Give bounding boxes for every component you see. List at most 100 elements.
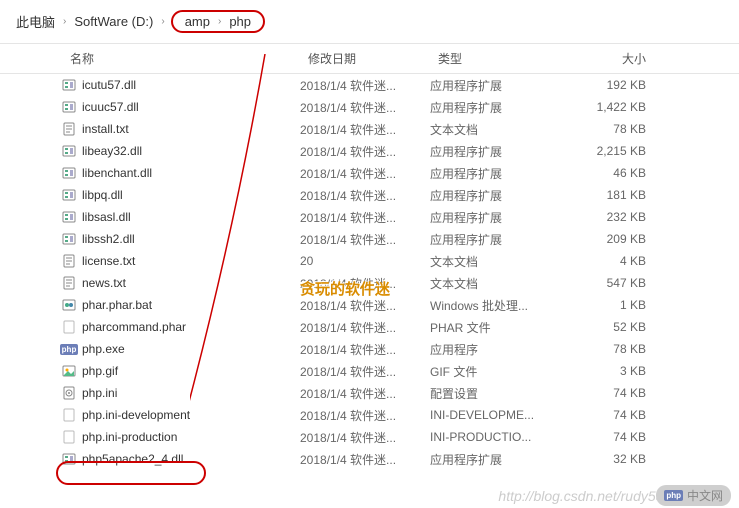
file-row[interactable]: license.txt20文本文档4 KB bbox=[0, 250, 739, 272]
file-size: 209 KB bbox=[570, 232, 670, 246]
crumb-pc[interactable]: 此电脑 bbox=[14, 12, 57, 31]
file-type: 应用程序扩展 bbox=[430, 209, 570, 226]
file-date: 20 bbox=[300, 254, 430, 268]
file-icon bbox=[60, 452, 78, 466]
file-type: 应用程序扩展 bbox=[430, 165, 570, 182]
file-size: 32 KB bbox=[570, 452, 670, 466]
file-size: 192 KB bbox=[570, 78, 670, 92]
file-type: PHAR 文件 bbox=[430, 319, 570, 336]
header-size[interactable]: 大小 bbox=[570, 50, 670, 67]
file-date: 2018/1/4 软件迷... bbox=[300, 99, 430, 116]
file-name: libsasl.dll bbox=[78, 210, 300, 224]
file-date: 2018/1/4 软件迷... bbox=[300, 319, 430, 336]
header-date[interactable]: 修改日期 bbox=[300, 50, 430, 67]
file-name: php.ini bbox=[78, 386, 300, 400]
file-name: icutu57.dll bbox=[78, 78, 300, 92]
file-icon bbox=[60, 364, 78, 378]
file-size: 547 KB bbox=[570, 276, 670, 290]
file-name: license.txt bbox=[78, 254, 300, 268]
file-row[interactable]: libssh2.dll2018/1/4 软件迷...应用程序扩展209 KB bbox=[0, 228, 739, 250]
file-icon bbox=[60, 430, 78, 444]
file-icon bbox=[60, 78, 78, 92]
file-name: news.txt bbox=[78, 276, 300, 290]
file-size: 3 KB bbox=[570, 364, 670, 378]
file-list: icutu57.dll2018/1/4 软件迷...应用程序扩展192 KBic… bbox=[0, 74, 739, 470]
file-row[interactable]: php.gif2018/1/4 软件迷...GIF 文件3 KB bbox=[0, 360, 739, 382]
crumb-amp[interactable]: amp bbox=[183, 14, 212, 29]
header-type[interactable]: 类型 bbox=[430, 50, 570, 67]
file-row[interactable]: icutu57.dll2018/1/4 软件迷...应用程序扩展192 KB bbox=[0, 74, 739, 96]
file-icon bbox=[60, 276, 78, 290]
header-name[interactable]: 名称 bbox=[0, 50, 300, 67]
file-row[interactable]: php.ini-development2018/1/4 软件迷...INI-DE… bbox=[0, 404, 739, 426]
file-type: 应用程序扩展 bbox=[430, 77, 570, 94]
file-name: install.txt bbox=[78, 122, 300, 136]
file-name: php.ini-production bbox=[78, 430, 300, 444]
file-type: 文本文档 bbox=[430, 253, 570, 270]
file-size: 1 KB bbox=[570, 298, 670, 312]
phpcn-badge: php 中文网 bbox=[656, 485, 731, 506]
file-row[interactable]: install.txt2018/1/4 软件迷...文本文档78 KB bbox=[0, 118, 739, 140]
file-name: pharcommand.phar bbox=[78, 320, 300, 334]
file-icon bbox=[60, 166, 78, 180]
phpcn-text: 中文网 bbox=[687, 487, 723, 504]
file-name: libeay32.dll bbox=[78, 144, 300, 158]
file-icon bbox=[60, 144, 78, 158]
file-row[interactable]: php.ini-production2018/1/4 软件迷...INI-PRO… bbox=[0, 426, 739, 448]
file-type: INI-PRODUCTIO... bbox=[430, 430, 570, 444]
file-type: 应用程序扩展 bbox=[430, 99, 570, 116]
crumb-drive[interactable]: SoftWare (D:) bbox=[72, 14, 155, 29]
file-icon bbox=[60, 100, 78, 114]
chevron-right-icon[interactable]: › bbox=[155, 16, 170, 27]
file-name: php.ini-development bbox=[78, 408, 300, 422]
file-size: 232 KB bbox=[570, 210, 670, 224]
file-size: 74 KB bbox=[570, 386, 670, 400]
file-date: 2018/1/4 软件迷... bbox=[300, 275, 430, 292]
file-size: 4 KB bbox=[570, 254, 670, 268]
file-date: 2018/1/4 软件迷... bbox=[300, 209, 430, 226]
file-icon: php bbox=[60, 344, 78, 355]
file-row[interactable]: icuuc57.dll2018/1/4 软件迷...应用程序扩展1,422 KB bbox=[0, 96, 739, 118]
file-type: 应用程序 bbox=[430, 341, 570, 358]
php-icon: php bbox=[664, 490, 683, 501]
file-date: 2018/1/4 软件迷... bbox=[300, 121, 430, 138]
file-row[interactable]: libenchant.dll2018/1/4 软件迷...应用程序扩展46 KB bbox=[0, 162, 739, 184]
file-name: php5apache2_4.dll bbox=[78, 452, 300, 466]
chevron-right-icon[interactable]: › bbox=[57, 16, 72, 27]
watermark-url: http://blog.csdn.net/rudy5348 bbox=[498, 488, 679, 504]
file-name: libpq.dll bbox=[78, 188, 300, 202]
file-type: 应用程序扩展 bbox=[430, 231, 570, 248]
file-name: php.exe bbox=[78, 342, 300, 356]
file-type: INI-DEVELOPME... bbox=[430, 408, 570, 422]
file-icon bbox=[60, 320, 78, 334]
file-type: 配置设置 bbox=[430, 385, 570, 402]
highlight-breadcrumb: amp › php bbox=[171, 10, 265, 33]
file-date: 2018/1/4 软件迷... bbox=[300, 429, 430, 446]
file-icon bbox=[60, 232, 78, 246]
file-date: 2018/1/4 软件迷... bbox=[300, 143, 430, 160]
breadcrumb: 此电脑 › SoftWare (D:) › amp › php bbox=[0, 0, 739, 43]
crumb-php[interactable]: php bbox=[227, 14, 253, 29]
file-date: 2018/1/4 软件迷... bbox=[300, 407, 430, 424]
file-size: 74 KB bbox=[570, 408, 670, 422]
file-row[interactable]: libpq.dll2018/1/4 软件迷...应用程序扩展181 KB bbox=[0, 184, 739, 206]
file-size: 1,422 KB bbox=[570, 100, 670, 114]
file-size: 46 KB bbox=[570, 166, 670, 180]
file-row[interactable]: libeay32.dll2018/1/4 软件迷...应用程序扩展2,215 K… bbox=[0, 140, 739, 162]
file-name: libenchant.dll bbox=[78, 166, 300, 180]
file-row[interactable]: libsasl.dll2018/1/4 软件迷...应用程序扩展232 KB bbox=[0, 206, 739, 228]
file-row[interactable]: phar.phar.bat2018/1/4 软件迷...Windows 批处理.… bbox=[0, 294, 739, 316]
file-icon bbox=[60, 298, 78, 312]
file-row[interactable]: pharcommand.phar2018/1/4 软件迷...PHAR 文件52… bbox=[0, 316, 739, 338]
file-row[interactable]: phpphp.exe2018/1/4 软件迷...应用程序78 KB bbox=[0, 338, 739, 360]
chevron-right-icon[interactable]: › bbox=[212, 16, 227, 27]
file-size: 78 KB bbox=[570, 122, 670, 136]
file-size: 2,215 KB bbox=[570, 144, 670, 158]
file-size: 78 KB bbox=[570, 342, 670, 356]
file-icon bbox=[60, 386, 78, 400]
file-date: 2018/1/4 软件迷... bbox=[300, 231, 430, 248]
file-row[interactable]: php.ini2018/1/4 软件迷...配置设置74 KB bbox=[0, 382, 739, 404]
file-type: GIF 文件 bbox=[430, 363, 570, 380]
file-row[interactable]: news.txt2018/1/4 软件迷...文本文档547 KB bbox=[0, 272, 739, 294]
file-row[interactable]: php5apache2_4.dll2018/1/4 软件迷...应用程序扩展32… bbox=[0, 448, 739, 470]
